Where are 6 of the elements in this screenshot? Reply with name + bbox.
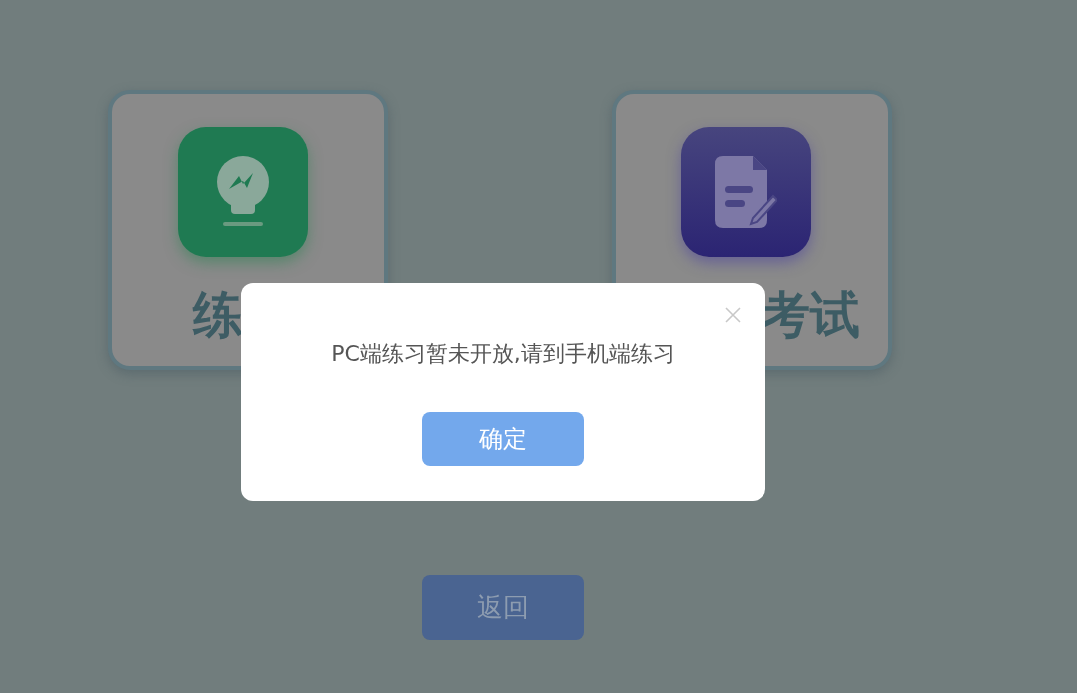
card-label: 考试: [760, 285, 860, 345]
card-label: 练: [193, 285, 243, 345]
confirm-button[interactable]: 确定: [422, 412, 584, 466]
document-pen-icon: [715, 156, 777, 228]
back-button[interactable]: 返回: [422, 575, 584, 640]
close-icon[interactable]: [725, 307, 741, 323]
